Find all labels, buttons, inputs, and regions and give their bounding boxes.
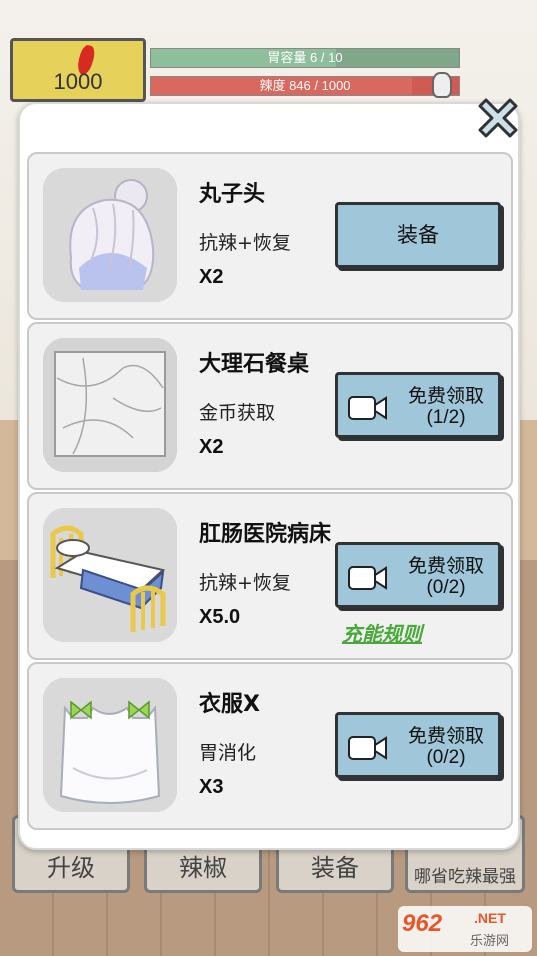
charge-rule-link[interactable]: 充能规则 <box>342 618 422 647</box>
free-claim-label: 免费领取 <box>407 385 484 407</box>
watermark-net: .NET <box>474 910 506 926</box>
item-multiplier: X2 <box>199 436 224 458</box>
item-effect: 胃消化 <box>199 742 257 764</box>
item-effect: 抗辣+恢复 <box>199 232 291 254</box>
claim-progress: (0/2) <box>426 747 466 768</box>
close-icon[interactable] <box>470 90 526 146</box>
watermark-logo: 962 <box>402 910 443 937</box>
stomach-capacity-label: 胃容量 6 / 10 <box>267 50 343 65</box>
claim-progress: (1/2) <box>426 407 466 428</box>
equip-button-label: 装备 <box>397 223 439 247</box>
marble-table-icon <box>43 338 177 472</box>
white-shirt-icon <box>43 678 177 812</box>
item-effect: 抗辣+恢复 <box>199 572 291 594</box>
free-claim-button[interactable]: 免费领取 (1/2) <box>335 372 501 438</box>
spiciness-bar: 辣度 846 / 1000 <box>150 76 460 96</box>
stomach-capacity-bar: 胃容量 6 / 10 <box>150 48 460 68</box>
item-effect: 金币获取 <box>199 402 276 424</box>
free-claim-button[interactable]: 免费领取 (0/2) <box>335 542 501 608</box>
video-icon <box>348 396 387 420</box>
item-card: 大理石餐桌 金币获取 X2 免费领取 (1/2) <box>27 322 513 490</box>
coin-panel: 1000 <box>10 38 146 102</box>
item-name: 肛肠医院病床 <box>199 522 332 547</box>
item-card: 衣服X 胃消化 X3 免费领取 (0/2) <box>27 662 513 830</box>
free-claim-label: 免费领取 <box>407 555 484 577</box>
spiciness-label: 辣度 846 / 1000 <box>259 78 351 93</box>
claim-progress: (0/2) <box>426 577 466 598</box>
item-multiplier: X2 <box>199 266 224 288</box>
site-watermark: 962 .NET 乐游网 <box>398 906 532 952</box>
item-multiplier: X5.0 <box>199 606 241 628</box>
item-name: 大理石餐桌 <box>199 352 310 377</box>
item-multiplier: X3 <box>199 776 224 798</box>
mascot-icon <box>432 72 452 98</box>
hair-bun-icon <box>43 168 177 302</box>
video-icon <box>348 566 387 590</box>
free-claim-label: 免费领取 <box>407 725 484 747</box>
video-icon <box>348 736 387 760</box>
free-claim-button[interactable]: 免费领取 (0/2) <box>335 712 501 778</box>
item-card: 丸子头 抗辣+恢复 X2 装备 <box>27 152 513 320</box>
item-name: 衣服X <box>199 692 260 717</box>
coin-count: 1000 <box>53 69 103 94</box>
watermark-site: 乐游网 <box>470 934 510 949</box>
equip-button[interactable]: 装备 <box>335 202 501 268</box>
item-card: 肛肠医院病床 抗辣+恢复 X5.0 免费领取 (0/2) <box>27 492 513 660</box>
hospital-bed-icon <box>43 508 177 642</box>
item-name: 丸子头 <box>199 182 266 207</box>
equipment-modal: 丸子头 抗辣+恢复 X2 装备 大理石餐桌 金币获取 X2 免费领取 (1/2) <box>18 102 520 850</box>
